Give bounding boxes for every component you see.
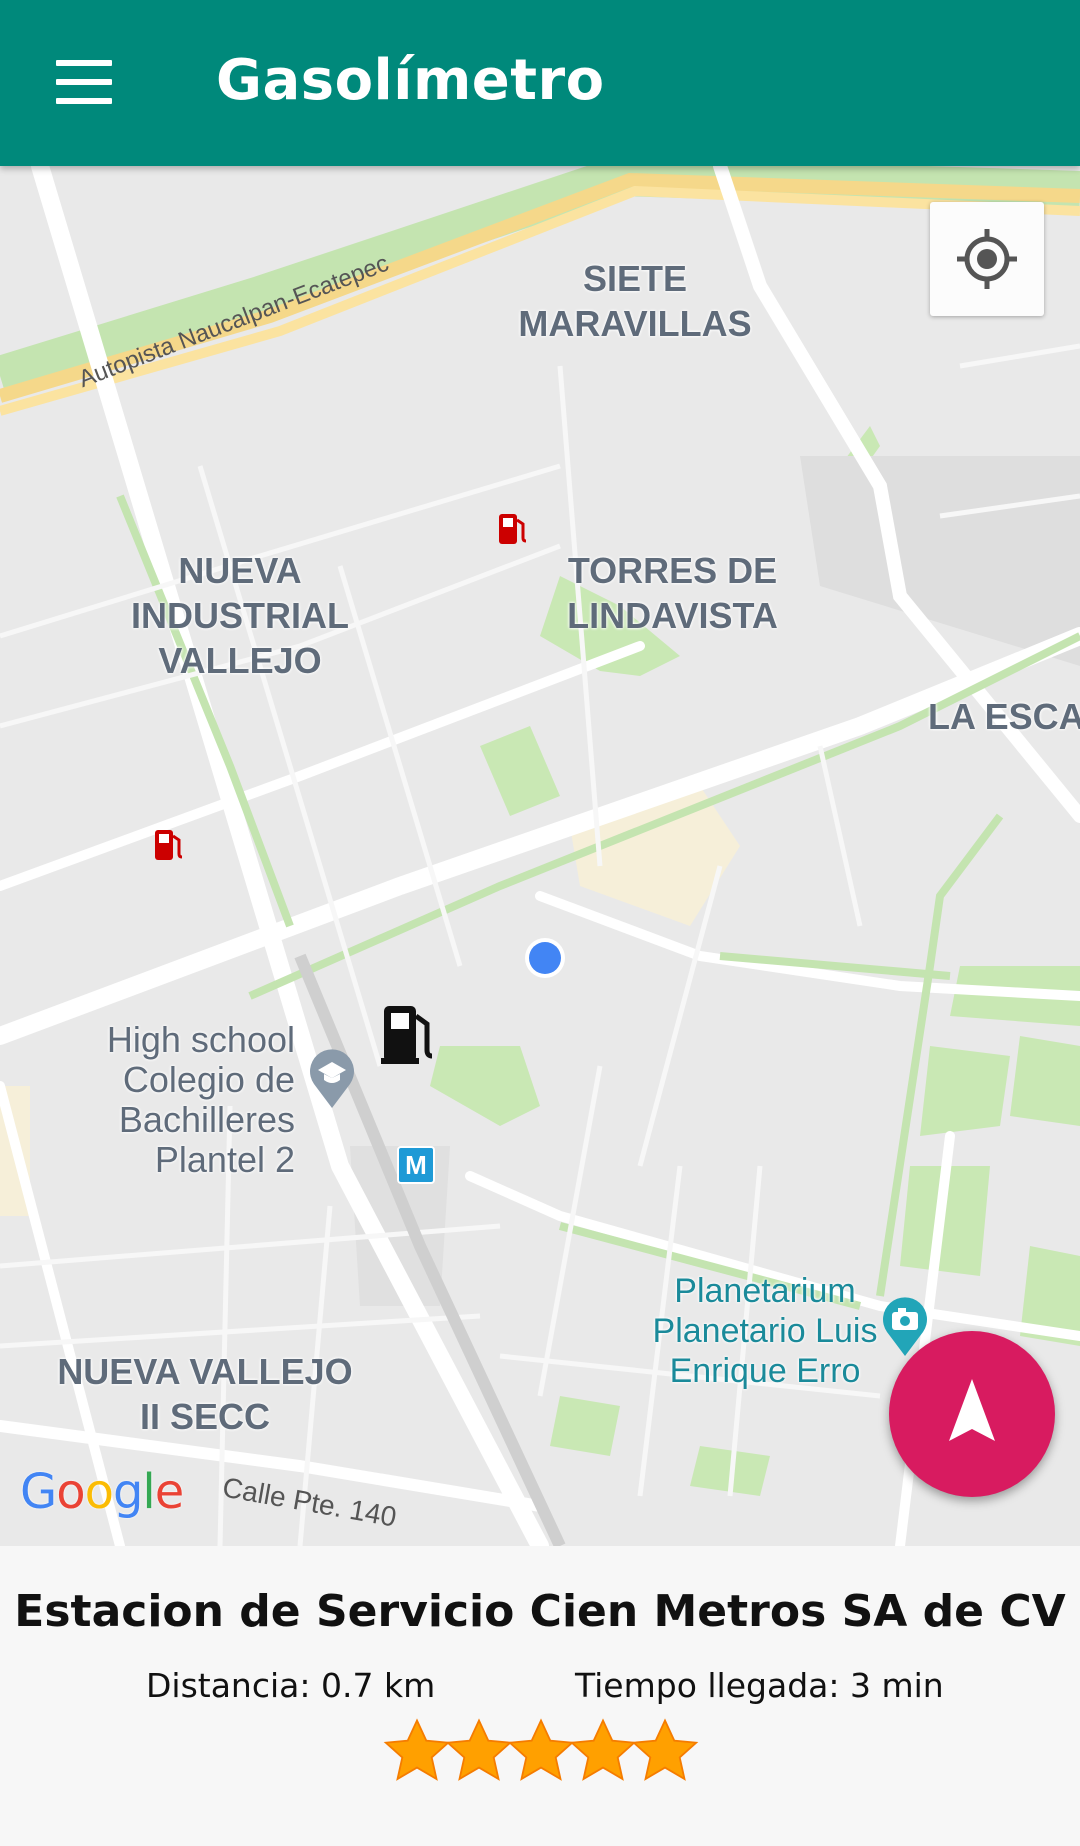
app-title: Gasolímetro <box>216 48 605 113</box>
star-icon <box>631 1718 699 1781</box>
gas-station-icon[interactable] <box>381 1002 437 1066</box>
station-info-panel: Estacion de Servicio Cien Metros SA de C… <box>0 1546 1080 1846</box>
area-label-la-esca: LA ESCA <box>928 696 1080 737</box>
google-logo: Google <box>20 1464 184 1520</box>
rating-stars <box>381 1716 701 1796</box>
poi-label-planetarium[interactable]: Planetarium Planetario Luis Enrique Erro <box>640 1271 890 1391</box>
gas-station-marker[interactable] <box>153 826 185 862</box>
gas-station-marker[interactable] <box>497 510 529 546</box>
poi-label-high-school[interactable]: High school Colegio de Bachilleres Plant… <box>0 1020 295 1180</box>
area-label-nueva-vallejo: NUEVA VALLEJO II SECC <box>57 1351 353 1437</box>
metro-icon[interactable]: M <box>397 1146 435 1184</box>
station-name: Estacion de Servicio Cien Metros SA de C… <box>14 1586 1066 1637</box>
my-location-button[interactable] <box>930 202 1044 316</box>
area-label-torres-de-lindavista: TORRES DE LINDAVISTA <box>567 550 778 636</box>
station-distance: Distancia: 0.7 km <box>146 1666 436 1705</box>
navigate-button[interactable] <box>889 1331 1055 1497</box>
area-label-nueva-industrial-vallejo: NUEVA INDUSTRIAL VALLEJO <box>131 550 349 681</box>
school-icon[interactable] <box>307 1046 357 1110</box>
navigation-arrow-icon <box>949 1379 995 1441</box>
my-location-icon <box>957 229 1017 289</box>
station-arrival-time: Tiempo llegada: 3 min <box>575 1666 944 1705</box>
area-label-siete-maravillas: SIETE MARAVILLAS <box>518 258 752 344</box>
app-bar: Gasolímetro <box>0 0 1080 166</box>
current-location-dot <box>529 942 561 974</box>
metro-letter: M <box>405 1150 427 1180</box>
menu-icon[interactable] <box>48 52 120 116</box>
